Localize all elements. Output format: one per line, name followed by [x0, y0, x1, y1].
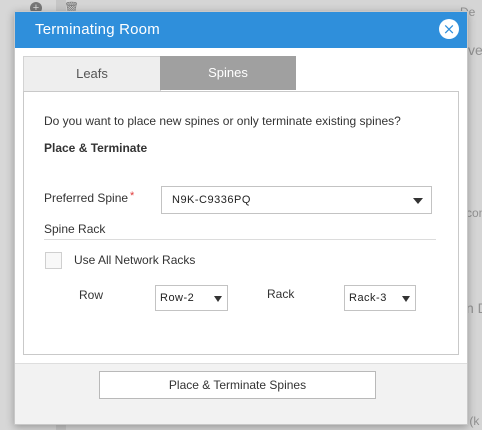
dialog-footer: Place & Terminate Spines: [15, 364, 467, 424]
terminating-room-dialog: Terminating Room × Leafs Spines Do you w…: [14, 11, 468, 425]
chevron-down-icon: [413, 198, 423, 204]
chevron-down-icon: [214, 296, 222, 302]
dialog-title: Terminating Room: [35, 21, 160, 38]
close-button[interactable]: ×: [439, 19, 459, 39]
tab-leafs[interactable]: Leafs: [23, 56, 161, 91]
spine-rack-label: Spine Rack: [44, 222, 106, 236]
dialog-header: Terminating Room ×: [15, 12, 467, 48]
place-and-terminate-spines-button[interactable]: Place & Terminate Spines: [99, 371, 376, 399]
use-all-racks-label: Use All Network Racks: [74, 253, 196, 267]
preferred-spine-label: Preferred Spine *: [44, 190, 135, 205]
section-title: Place & Terminate: [44, 141, 148, 155]
row-label: Row: [79, 288, 104, 302]
section-divider: [44, 239, 436, 240]
close-icon: ×: [442, 20, 456, 38]
use-all-racks-checkbox[interactable]: [45, 252, 62, 269]
spines-tab-panel: Do you want to place new spines or only …: [23, 91, 459, 355]
chevron-down-icon: [402, 296, 410, 302]
required-marker: *: [130, 190, 135, 202]
row-value: Row-2: [160, 292, 195, 304]
rack-value: Rack-3: [349, 292, 387, 304]
rack-label: Rack: [267, 287, 295, 301]
question-text: Do you want to place new spines or only …: [44, 114, 401, 128]
rack-select[interactable]: Rack-3: [344, 285, 416, 311]
tab-spines[interactable]: Spines: [160, 56, 296, 90]
preferred-spine-select[interactable]: N9K-C9336PQ: [161, 186, 432, 214]
preferred-spine-value: N9K-C9336PQ: [172, 194, 251, 206]
row-select[interactable]: Row-2: [155, 285, 228, 311]
